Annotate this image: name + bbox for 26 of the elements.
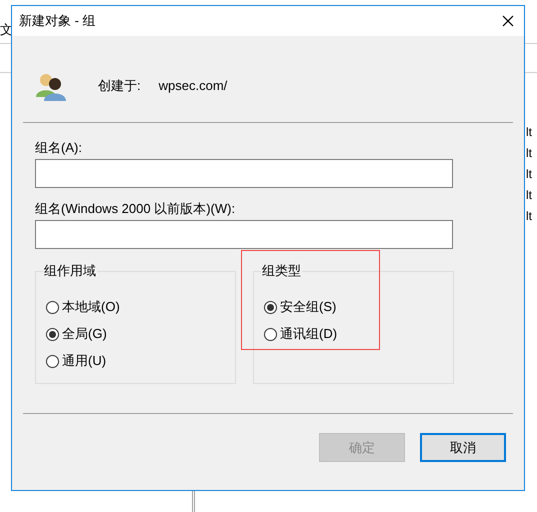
list-item: lt (526, 166, 532, 183)
radio-option[interactable]: 全局(G) (46, 324, 235, 344)
radio-option[interactable]: 通讯组(D) (264, 324, 453, 344)
list-item: lt (526, 145, 532, 162)
close-icon (502, 15, 514, 27)
radio-button[interactable] (264, 300, 277, 314)
created-in-label: 创建于: (98, 76, 141, 95)
radio-option[interactable]: 安全组(S) (264, 297, 453, 317)
field-label: 组名(Windows 2000 以前版本)(W): (35, 200, 236, 217)
text-field[interactable] (35, 220, 453, 249)
list-item: lt (526, 124, 532, 141)
radio-button[interactable] (46, 300, 59, 314)
list-item: lt (526, 208, 532, 225)
dialog-title: 新建对象 - 组 (19, 12, 96, 30)
group-title: 组类型 (261, 263, 302, 279)
group-title: 组作用域 (43, 263, 97, 279)
radio-button[interactable] (46, 354, 59, 368)
field-label: 组名(A): (35, 139, 83, 156)
created-in-path: wpsec.com/ (158, 76, 228, 95)
radio-button[interactable] (46, 328, 59, 340)
radio-option[interactable]: 通用(U) (46, 351, 235, 371)
radio-option[interactable]: 本地域(O) (46, 297, 235, 317)
radio-button[interactable] (264, 328, 277, 340)
list-item: lt (526, 187, 532, 204)
text-field[interactable] (35, 159, 453, 188)
dialog-button[interactable]: 取消 (420, 433, 506, 462)
